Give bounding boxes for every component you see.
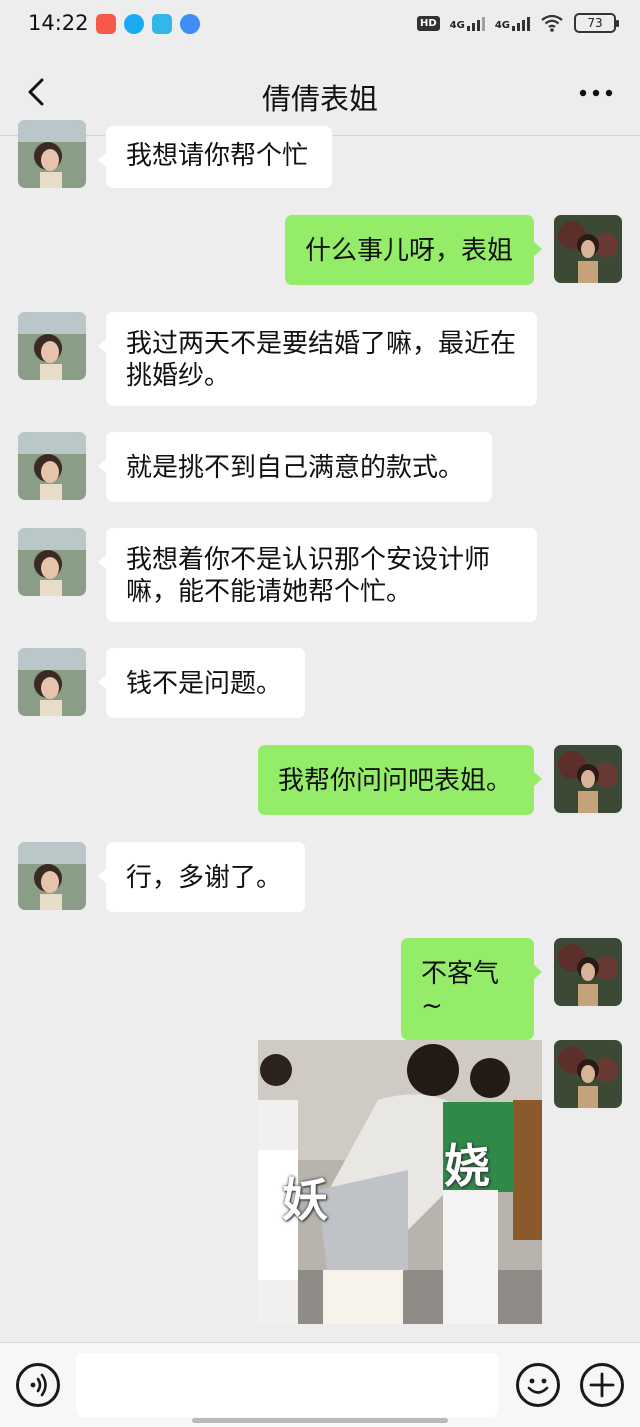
hotspot-app-icon — [152, 14, 172, 34]
plus-icon — [589, 1372, 615, 1398]
kuaishou-app-icon — [96, 14, 116, 34]
contact-avatar[interactable] — [18, 648, 86, 716]
message-bubble-incoming[interactable]: 行，多谢了。 — [98, 842, 305, 912]
contact-avatar[interactable] — [18, 432, 86, 500]
message-bubble-outgoing[interactable]: 什么事儿呀，表姐 — [285, 215, 542, 285]
message-bubble-incoming[interactable]: 我想请你帮个忙 — [98, 126, 332, 188]
chat-header: 倩倩表姐 — [0, 50, 640, 136]
message-bubble-outgoing[interactable]: 不客气~ — [401, 938, 542, 1040]
status-notification-icons — [96, 14, 200, 34]
self-avatar[interactable] — [554, 1040, 622, 1108]
voice-input-button[interactable] — [16, 1363, 60, 1407]
signal-2: 4G — [495, 15, 530, 31]
message-text: 行，多谢了。 — [126, 863, 283, 893]
wifi-icon — [541, 14, 563, 32]
sticker-image-message[interactable]: 妖 娆 — [258, 1040, 542, 1324]
message-text: 不客气~ — [421, 959, 500, 1021]
message-text: 我想请你帮个忙 — [126, 141, 309, 171]
home-indicator[interactable] — [192, 1418, 448, 1423]
hd-icon: HD — [416, 15, 440, 31]
message-text: 就是挑不到自己满意的款式。 — [126, 453, 465, 483]
self-avatar[interactable] — [554, 215, 622, 283]
message-text: 我帮你问问吧表姐。 — [278, 766, 513, 796]
message-bubble-incoming[interactable]: 钱不是问题。 — [98, 648, 305, 718]
status-indicators: HD 4G 4G 73 — [416, 13, 619, 33]
message-input[interactable] — [76, 1353, 498, 1417]
more-functions-button[interactable] — [580, 1363, 624, 1407]
network-type-2: 4G — [494, 20, 510, 31]
signal-bars-icon — [466, 15, 485, 31]
contact-avatar[interactable] — [18, 528, 86, 596]
sticker-caption-left: 妖 — [282, 1173, 328, 1227]
voice-icon — [30, 1373, 47, 1397]
emoji-button[interactable] — [516, 1363, 560, 1407]
self-avatar[interactable] — [554, 938, 622, 1006]
contact-avatar[interactable] — [18, 842, 86, 910]
status-bar: 14:22 HD 4G 4G 73 — [0, 0, 640, 50]
contact-avatar[interactable] — [18, 312, 86, 380]
message-text: 我过两天不是要结婚了嘛，最近在挑婚纱。 — [126, 329, 517, 391]
message-bubble-incoming[interactable]: 就是挑不到自己满意的款式。 — [98, 432, 492, 502]
browser-app-icon — [180, 14, 200, 34]
emoji-icon — [527, 1378, 549, 1394]
message-bubble-incoming[interactable]: 我过两天不是要结婚了嘛，最近在挑婚纱。 — [98, 312, 537, 406]
message-text: 我想着你不是认识那个安设计师嘛，能不能请她帮个忙。 — [126, 545, 491, 607]
message-bubble-incoming[interactable]: 我想着你不是认识那个安设计师嘛，能不能请她帮个忙。 — [98, 528, 537, 622]
message-text: 什么事儿呀，表姐 — [305, 236, 514, 266]
message-text: 钱不是问题。 — [126, 669, 283, 699]
self-avatar[interactable] — [554, 745, 622, 813]
battery-icon: 73 — [574, 13, 619, 33]
status-time: 14:22 — [28, 11, 89, 35]
signal-bars-icon — [512, 15, 530, 31]
signal-1: 4G — [450, 15, 485, 31]
network-type-1: 4G — [449, 20, 465, 31]
input-bar — [0, 1342, 640, 1427]
sticker-caption-right: 娆 — [444, 1139, 490, 1193]
qq-app-icon — [124, 14, 144, 34]
more-options-button[interactable] — [576, 80, 616, 106]
message-bubble-outgoing[interactable]: 我帮你问问吧表姐。 — [258, 745, 542, 815]
contact-avatar[interactable] — [18, 120, 86, 188]
page-title: 倩倩表姐 — [261, 82, 378, 116]
